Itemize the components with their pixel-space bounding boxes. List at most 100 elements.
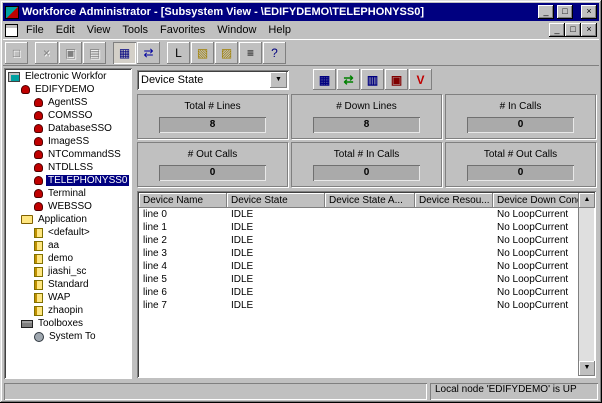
table-cell [325, 260, 415, 273]
stat-box: Total # Out Calls0 [445, 142, 596, 187]
table-row[interactable]: line 0IDLENo LoopCurrent [139, 208, 578, 221]
app-icon [5, 6, 19, 19]
new-button[interactable]: □ [5, 42, 28, 64]
menu-tools[interactable]: Tools [116, 22, 154, 38]
chevron-down-icon[interactable]: ▼ [270, 72, 287, 88]
menu-edit[interactable]: Edit [50, 22, 81, 38]
table-cell: No LoopCurrent [493, 286, 578, 299]
table-row[interactable]: line 6IDLENo LoopCurrent [139, 286, 578, 299]
table-cell [415, 273, 493, 286]
menu-file[interactable]: File [20, 22, 50, 38]
table-cell [325, 234, 415, 247]
table-cell: line 3 [139, 247, 227, 260]
menu-items: FileEditViewToolsFavoritesWindowHelp [20, 22, 297, 38]
column-header[interactable]: Device State A... [325, 193, 415, 208]
vertical-scrollbar[interactable]: ▲ ▼ [578, 193, 594, 376]
refresh-view-icon: ⇄ [343, 73, 353, 87]
close-button[interactable]: × [581, 5, 597, 19]
tree-item-jiashi-sc[interactable]: jiashi_sc [5, 265, 131, 278]
mdi-close-button[interactable]: × [581, 23, 597, 37]
validate-button[interactable]: V [409, 69, 432, 90]
tree-item-aa[interactable]: aa [5, 239, 131, 252]
refresh-button[interactable]: ⇄ [137, 42, 160, 64]
monitor-L-icon: L [175, 46, 182, 60]
toolbox-button[interactable]: ▨ [215, 42, 238, 64]
device-table-container: Device NameDevice StateDevice State A...… [137, 191, 596, 378]
tree-item-databasesso[interactable]: DatabaseSSO [5, 122, 131, 135]
applications-button[interactable]: ▧ [191, 42, 214, 64]
panel-buttons: ▦ ⇄ ▥ ▣V [313, 69, 432, 90]
tree-item-zhaopin[interactable]: zhaopin [5, 304, 131, 317]
column-header[interactable]: Device State [227, 193, 325, 208]
toolbar-separator [107, 42, 112, 64]
menu-help[interactable]: Help [262, 22, 297, 38]
statistics-icon: ▥ [367, 73, 378, 87]
device-grid-button[interactable]: ▦ [313, 69, 336, 90]
copy-button[interactable]: ▣ [59, 42, 82, 64]
bell-icon [34, 137, 43, 146]
table-row[interactable]: line 4IDLENo LoopCurrent [139, 260, 578, 273]
scroll-down-icon[interactable]: ▼ [579, 361, 595, 376]
tree-item-comsso[interactable]: COMSSO [5, 109, 131, 122]
app-icon [34, 228, 43, 238]
scroll-up-icon[interactable]: ▲ [579, 193, 595, 208]
maximize-button[interactable]: □ [557, 5, 573, 19]
tree-item-ntcommandss[interactable]: NTCommandSS [5, 148, 131, 161]
refresh-view-button[interactable]: ⇄ [337, 69, 360, 90]
tree-item-electronic-workfor[interactable]: Electronic Workfor [5, 70, 131, 83]
subsystem-view-icon: ▦ [119, 46, 130, 60]
table-row[interactable]: line 2IDLENo LoopCurrent [139, 234, 578, 247]
tree-item-label: jiashi_sc [46, 266, 88, 277]
tree-item-imagess[interactable]: ImageSS [5, 135, 131, 148]
table-row[interactable]: line 5IDLENo LoopCurrent [139, 273, 578, 286]
mdi-restore-button[interactable]: □ [565, 23, 581, 37]
tree-item-demo[interactable]: demo [5, 252, 131, 265]
tree-item-default[interactable]: <default> [5, 226, 131, 239]
cut-button[interactable]: × [35, 42, 58, 64]
tree-item-wap[interactable]: WAP [5, 291, 131, 304]
tree-item-terminal[interactable]: Terminal [5, 187, 131, 200]
help-icon: ? [271, 46, 278, 60]
tree-item-websso[interactable]: WEBSSO [5, 200, 131, 213]
computer-icon [8, 72, 20, 82]
table-cell [415, 247, 493, 260]
paste-button[interactable]: ▤ [83, 42, 106, 64]
stat-value: 8 [159, 117, 266, 133]
menu-view[interactable]: View [81, 22, 117, 38]
menu-window[interactable]: Window [211, 22, 262, 38]
tree-item-edifydemo[interactable]: EDIFYDEMO [5, 83, 131, 96]
tree-item-label: COMSSO [46, 110, 94, 121]
table-cell: line 2 [139, 234, 227, 247]
properties-button[interactable]: ≡ [239, 42, 262, 64]
monitor-button[interactable]: L [167, 42, 190, 64]
titlebar[interactable]: Workforce Administrator - [Subsystem Vie… [3, 3, 599, 21]
tree-item-agentss[interactable]: AgentSS [5, 96, 131, 109]
column-header[interactable]: Device Resou... [415, 193, 493, 208]
mdi-minimize-button[interactable]: _ [549, 23, 565, 37]
column-header[interactable]: Device Down Condition [493, 193, 578, 208]
view-mode-select[interactable]: Device State ▼ [137, 70, 289, 90]
app-window: Workforce Administrator - [Subsystem Vie… [0, 0, 602, 403]
table-row[interactable]: line 7IDLENo LoopCurrent [139, 299, 578, 312]
minimize-button[interactable]: _ [538, 5, 554, 19]
document-icon[interactable] [5, 24, 18, 37]
tree-item-application[interactable]: Application [5, 213, 131, 226]
tree-item-toolboxes[interactable]: Toolboxes [5, 317, 131, 330]
column-header[interactable]: Device Name [139, 193, 227, 208]
tree-item-telephonyss0[interactable]: TELEPHONYSS0 [5, 174, 131, 187]
alarm-button[interactable]: ▣ [385, 69, 408, 90]
app-icon [34, 241, 43, 251]
table-cell [325, 299, 415, 312]
view-mode-value: Device State [137, 74, 268, 86]
table-row[interactable]: line 1IDLENo LoopCurrent [139, 221, 578, 234]
table-cell: No LoopCurrent [493, 273, 578, 286]
menu-favorites[interactable]: Favorites [154, 22, 211, 38]
table-row[interactable]: line 3IDLENo LoopCurrent [139, 247, 578, 260]
subsystem-view-button[interactable]: ▦ [113, 42, 136, 64]
tree-item-ntdllss[interactable]: NTDLLSS [5, 161, 131, 174]
bell-icon [34, 176, 43, 185]
tree-item-system-to[interactable]: System To [5, 330, 131, 343]
statistics-button[interactable]: ▥ [361, 69, 384, 90]
help-button[interactable]: ? [263, 42, 286, 64]
tree-item-standard[interactable]: Standard [5, 278, 131, 291]
